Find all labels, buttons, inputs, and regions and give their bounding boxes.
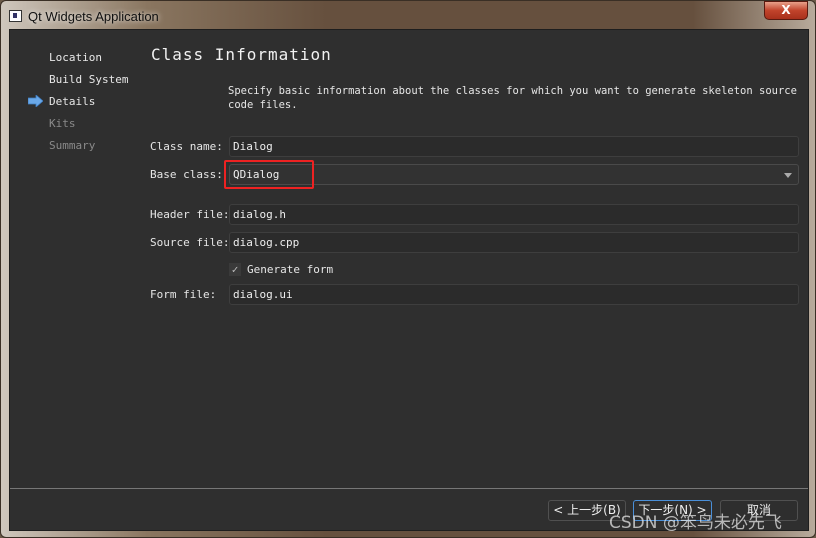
app-icon (9, 10, 22, 22)
base-class-combo[interactable]: QDialog (229, 164, 799, 185)
divider (10, 488, 808, 489)
page-title: Class Information (151, 45, 332, 64)
step-kits: Kits (49, 117, 76, 130)
window-title: Qt Widgets Application (28, 8, 159, 24)
class-name-label: Class name: (150, 140, 223, 153)
step-details: Details (49, 95, 96, 108)
class-name-input[interactable]: Dialog (229, 136, 799, 157)
form-file-input[interactable]: dialog.ui (229, 284, 799, 305)
step-summary: Summary (49, 139, 96, 152)
watermark: CSDN @笨鸟未必先飞 (609, 513, 782, 533)
window-frame: Qt Widgets Application X Location Build … (0, 0, 816, 538)
wizard-steps: Location Build System Details Kits Summa… (49, 50, 128, 160)
step-location: Location (49, 51, 102, 64)
arrow-right-icon (28, 95, 43, 107)
base-class-label: Base class: (150, 168, 223, 181)
form-file-label: Form file: (150, 288, 217, 301)
generate-form-checkbox[interactable]: ✓ (229, 263, 241, 276)
close-button[interactable]: X (764, 1, 808, 20)
source-file-label: Source file: (150, 236, 230, 249)
step-build-system: Build System (49, 73, 129, 86)
page-description: Specify basic information about the clas… (228, 85, 797, 111)
generate-form-label[interactable]: Generate form (247, 263, 333, 276)
highlight-box (224, 160, 314, 189)
chevron-down-icon[interactable] (784, 173, 792, 178)
title-bar: Qt Widgets Application (9, 6, 159, 26)
header-file-input[interactable]: dialog.h (229, 204, 799, 225)
header-file-label: Header file: (150, 208, 230, 221)
wizard-client: Location Build System Details Kits Summa… (9, 29, 809, 531)
source-file-input[interactable]: dialog.cpp (229, 232, 799, 253)
